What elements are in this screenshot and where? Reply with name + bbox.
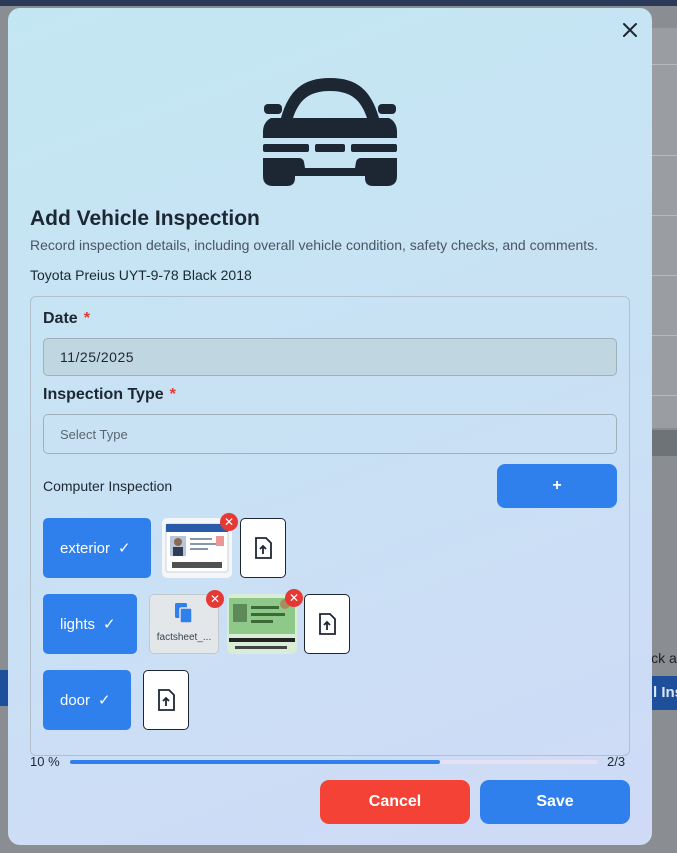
inspection-type-label: Inspection Type * bbox=[43, 386, 176, 404]
category-door-button[interactable]: door ✓ bbox=[43, 670, 131, 730]
inspection-type-select[interactable]: Select Type bbox=[43, 414, 617, 454]
upload-file-icon bbox=[158, 689, 175, 711]
car-icon bbox=[263, 78, 397, 186]
upload-file-icon bbox=[319, 613, 336, 635]
attachment-thumbnail[interactable]: ✕ bbox=[227, 589, 303, 654]
check-icon: ✓ bbox=[98, 692, 111, 709]
attachment-file-card[interactable]: factsheet_... ✕ bbox=[149, 590, 224, 654]
save-button[interactable]: Save bbox=[480, 780, 630, 824]
background-left-button bbox=[0, 670, 8, 706]
background-panel bbox=[652, 28, 677, 428]
category-label: lights bbox=[60, 615, 96, 633]
date-input[interactable]: 11/25/2025 bbox=[43, 338, 617, 376]
inspection-type-label-text: Inspection Type bbox=[43, 386, 164, 403]
add-inspection-modal: Add Vehicle Inspection Record inspection… bbox=[8, 8, 652, 845]
progress-bar-fill bbox=[70, 760, 441, 764]
remove-attachment-button[interactable]: ✕ bbox=[285, 589, 303, 607]
computer-inspection-label: Computer Inspection bbox=[43, 478, 173, 494]
modal-subtitle: Record inspection details, including ove… bbox=[30, 237, 599, 253]
upload-file-icon bbox=[255, 537, 272, 559]
progress-bar bbox=[70, 760, 598, 764]
cancel-button[interactable]: Cancel bbox=[320, 780, 470, 824]
check-icon: ✓ bbox=[103, 616, 116, 633]
background-partial-text: ick a bbox=[648, 650, 677, 666]
step-indicator: 2/3 bbox=[607, 754, 626, 769]
attachment-thumbnail[interactable]: ✕ bbox=[162, 513, 238, 578]
background-divider bbox=[652, 215, 677, 216]
category-exterior-button[interactable]: exterior ✓ bbox=[43, 518, 151, 578]
file-name: factsheet_... bbox=[156, 632, 212, 643]
background-topbar bbox=[0, 0, 677, 6]
background-divider bbox=[652, 155, 677, 156]
remove-attachment-button[interactable]: ✕ bbox=[206, 590, 224, 608]
close-icon bbox=[623, 23, 637, 37]
category-label: exterior bbox=[60, 539, 111, 557]
document-icon bbox=[175, 603, 193, 624]
vehicle-description: Toyota Preius UYT-9-78 Black 2018 bbox=[30, 267, 252, 283]
close-button[interactable] bbox=[620, 20, 640, 40]
date-label: Date * bbox=[43, 310, 90, 328]
background-strip bbox=[652, 430, 677, 456]
background-divider bbox=[652, 64, 677, 65]
category-lights-button[interactable]: lights ✓ bbox=[43, 594, 137, 654]
progress-percent: 10 % bbox=[30, 754, 60, 769]
modal-title: Add Vehicle Inspection bbox=[30, 207, 260, 230]
required-marker: * bbox=[169, 386, 176, 403]
required-marker: * bbox=[83, 310, 90, 327]
background-divider bbox=[652, 395, 677, 396]
check-icon: ✓ bbox=[118, 540, 131, 557]
upload-button[interactable] bbox=[240, 518, 286, 578]
remove-attachment-button[interactable]: ✕ bbox=[220, 513, 238, 531]
background-divider bbox=[652, 275, 677, 276]
upload-button[interactable] bbox=[304, 594, 350, 654]
upload-button[interactable] bbox=[143, 670, 189, 730]
add-category-button[interactable]: + bbox=[497, 464, 617, 508]
inspection-form: Date * 11/25/2025 Inspection Type * Select… bbox=[30, 296, 630, 756]
date-label-text: Date bbox=[43, 310, 78, 327]
category-label: door bbox=[60, 691, 91, 709]
background-divider bbox=[652, 335, 677, 336]
